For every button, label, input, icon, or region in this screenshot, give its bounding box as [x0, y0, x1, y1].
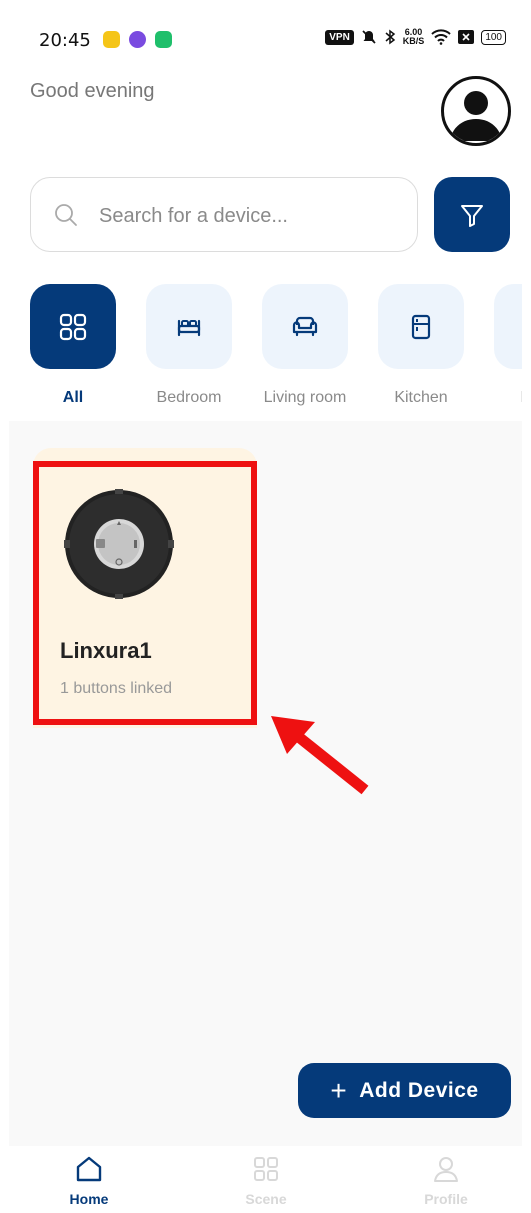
phone-screen: 20:45 VPN 6.00 KB/S 100 Good evening Sea… [9, 6, 522, 1208]
status-time: 20:45 [39, 30, 91, 51]
nav-profile[interactable]: Profile [396, 1154, 496, 1207]
greeting-text: Good evening [30, 80, 155, 102]
bed-icon [177, 319, 201, 336]
vpn-badge: VPN [325, 29, 354, 45]
home-icon [76, 1156, 102, 1182]
category-all[interactable]: All [30, 284, 116, 407]
category-label: All [62, 389, 84, 406]
browser-app-icon [129, 31, 146, 48]
search-input[interactable] [97, 198, 401, 234]
category-label: Kitchen [394, 389, 448, 406]
highlight-box [33, 461, 257, 725]
nav-home[interactable]: Home [39, 1154, 139, 1207]
plus-icon: + [330, 1074, 348, 1106]
person-icon [434, 1157, 458, 1182]
person-icon [450, 91, 502, 141]
bottom-navigation: Home Scene Profile [9, 1146, 522, 1208]
nav-label: Scene [245, 1191, 287, 1207]
nav-label: Profile [424, 1191, 468, 1207]
filter-icon [461, 204, 483, 227]
profile-avatar[interactable] [441, 76, 511, 146]
nav-scene[interactable]: Scene [216, 1154, 316, 1207]
nav-label: Home [69, 1191, 109, 1207]
category-bedroom[interactable]: Bedroom [146, 284, 232, 407]
status-bar: 20:45 VPN 6.00 KB/S 100 [9, 6, 522, 76]
add-device-button[interactable]: + Add Device [298, 1063, 511, 1118]
category-label: Bath [494, 389, 522, 407]
category-kitchen[interactable]: Kitchen [378, 284, 464, 407]
sofa-icon [292, 316, 318, 336]
wifi-icon [431, 29, 452, 45]
search-bar[interactable] [30, 177, 418, 252]
grid-icon [59, 313, 87, 340]
category-bath[interactable]: Bath [494, 284, 522, 407]
net-speed: 6.00 KB/S [402, 27, 425, 46]
bluetooth-icon [385, 29, 395, 45]
fridge-icon [411, 314, 431, 339]
category-living-room[interactable]: Living room [262, 284, 348, 407]
category-label: Living room [263, 389, 347, 406]
search-icon [55, 204, 77, 226]
category-label: Bedroom [156, 389, 222, 406]
add-device-label: Add Device [359, 1078, 479, 1102]
mute-icon [362, 30, 376, 44]
notes-app-icon [103, 31, 120, 48]
pointer-arrow-icon [271, 716, 369, 795]
filter-button[interactable] [434, 177, 510, 252]
category-row: All Bedroom Living room Kitchen Bath [30, 284, 522, 414]
battery-app-icon [155, 31, 172, 48]
no-sim-icon [458, 30, 475, 44]
battery-indicator: 100 [481, 29, 506, 45]
grid-icon [254, 1157, 278, 1181]
